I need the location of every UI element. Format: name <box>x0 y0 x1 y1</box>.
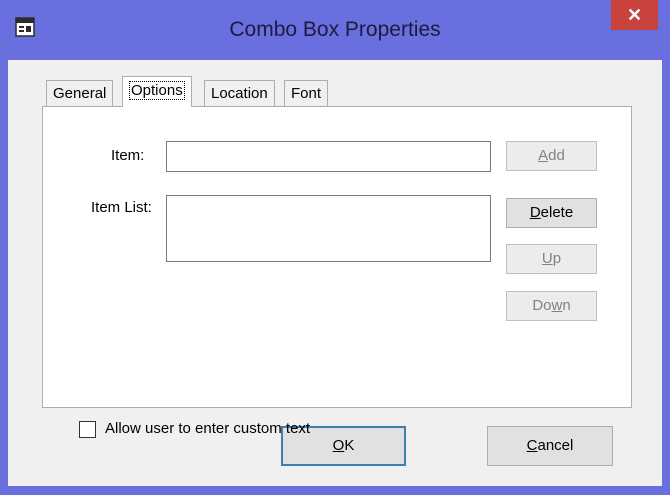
title-bar[interactable]: Combo Box Properties ✕ <box>0 0 670 60</box>
btn-text: elete <box>540 204 574 221</box>
btn-mnemonic: D <box>529 204 541 221</box>
btn-mnemonic: U <box>541 250 553 267</box>
custom-text-label[interactable]: Allow user to enter custom text <box>105 420 310 437</box>
item-label: Item: <box>111 147 145 164</box>
item-input[interactable] <box>166 141 491 172</box>
tab-location[interactable]: Location <box>204 80 275 106</box>
item-list-box[interactable] <box>166 195 491 262</box>
tab-options[interactable]: Options <box>122 76 192 107</box>
btn-mnemonic: O <box>332 437 345 454</box>
tab-font[interactable]: Font <box>284 80 329 106</box>
btn-text: K <box>344 437 355 454</box>
cancel-button[interactable]: Cancel <box>487 426 613 466</box>
tab-label: General <box>53 85 107 102</box>
btn-text: p <box>552 250 562 267</box>
tab-label: Font <box>291 85 322 102</box>
tab-label: Location <box>211 85 268 102</box>
dialog-client-area: General Options Location Font Item: Add … <box>8 60 662 486</box>
btn-text: Do <box>532 297 552 314</box>
tab-label: Options <box>129 81 185 100</box>
btn-text: n <box>562 297 571 314</box>
item-list-label: Item List: <box>91 199 152 216</box>
btn-mnemonic: A <box>538 147 549 164</box>
add-button[interactable]: Add <box>506 141 597 171</box>
close-button[interactable]: ✕ <box>611 0 658 30</box>
window-title: Combo Box Properties <box>229 18 441 41</box>
delete-button[interactable]: Delete <box>506 198 597 228</box>
btn-mnemonic: w <box>551 297 563 314</box>
options-panel: Item: Add Item List: Delete Up Down Allo… <box>42 106 632 438</box>
btn-text: ancel <box>537 437 574 454</box>
custom-text-checkbox[interactable] <box>79 421 96 438</box>
up-button[interactable]: Up <box>506 244 597 274</box>
btn-mnemonic: C <box>526 437 538 454</box>
btn-text: dd <box>548 147 565 164</box>
tab-general[interactable]: General <box>46 80 114 106</box>
down-button[interactable]: Down <box>506 291 597 321</box>
close-icon: ✕ <box>626 5 643 25</box>
